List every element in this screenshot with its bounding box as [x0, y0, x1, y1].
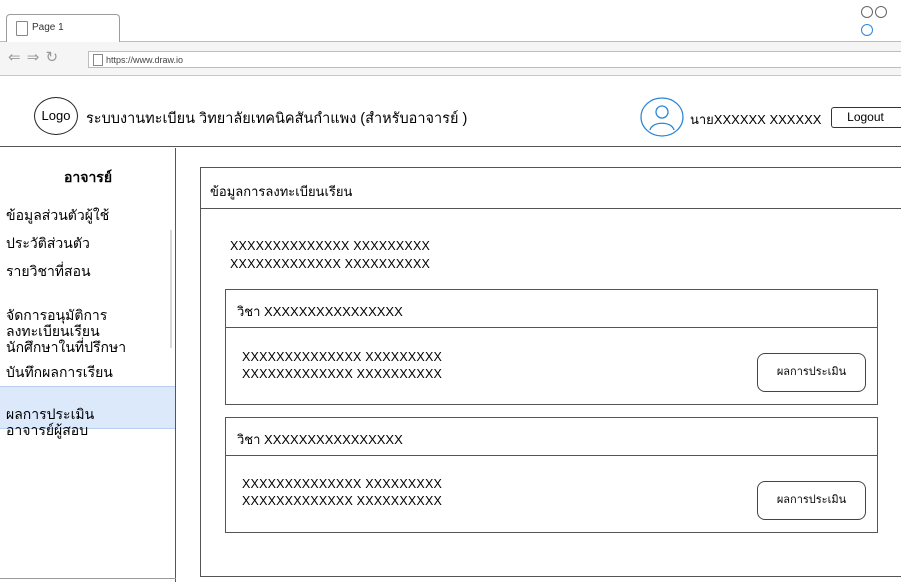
course-info-line-2: XXXXXXXXXXXXX XXXXXXXXXX	[242, 367, 443, 381]
sidebar-title: อาจารย์	[63, 169, 113, 185]
window-controls	[861, 5, 901, 36]
sidebar-item-label: รายวิชาที่สอน	[6, 263, 91, 279]
window-close-icon[interactable]	[861, 24, 873, 36]
sidebar-item-profile[interactable]: ข้อมูลส่วนตัวผู้ใช้	[6, 207, 171, 223]
sidebar-item-label: จัดการอนุมัติการ ลงทะเบียนเรียน	[6, 307, 108, 339]
user-avatar-icon[interactable]	[640, 97, 684, 137]
page-icon	[93, 54, 103, 66]
course-title: วิชา XXXXXXXXXXXXXXXX	[237, 304, 403, 319]
sidebar-item-courses[interactable]: รายวิชาที่สอน	[6, 263, 171, 279]
navigation-icons[interactable]: ⇐ ⇒ ↻	[8, 50, 59, 66]
browser-tab-label: Page 1	[32, 22, 64, 33]
sidebar-item-advisees[interactable]: นักศึกษาในที่ปรึกษา	[6, 339, 171, 355]
sidebar-item-evaluation[interactable]: ผลการประเมิน อาจารย์ผู้สอบ	[0, 386, 175, 438]
sidebar-divider	[0, 578, 176, 579]
sidebar-item-label: บันทึกผลการเรียน	[6, 364, 113, 380]
sidebar-item-grades[interactable]: บันทึกผลการเรียน	[6, 364, 171, 380]
course-info-line-1: XXXXXXXXXXXXXX XXXXXXXXX	[242, 477, 443, 491]
sidebar-item-history[interactable]: ประวัติส่วนตัว	[6, 235, 171, 251]
page-icon	[16, 21, 28, 36]
course-info-line-1: XXXXXXXXXXXXXX XXXXXXXXX	[242, 350, 443, 364]
window-minimize-icon[interactable]	[861, 6, 873, 18]
app-title: ระบบงานทะเบียน วิทยาลัยเทคนิคสันกำแพง (ส…	[86, 111, 468, 127]
sidebar-item-label: ประวัติส่วนตัว	[6, 235, 90, 251]
url-input[interactable]: https://www.draw.io	[88, 51, 901, 68]
info-line-1: XXXXXXXXXXXXXX XXXXXXXXX	[230, 239, 431, 253]
browser-tab[interactable]: Page 1	[6, 14, 120, 42]
logo: Logo	[34, 97, 78, 135]
info-line-2: XXXXXXXXXXXXX XXXXXXXXXX	[230, 257, 431, 271]
course-title: วิชา XXXXXXXXXXXXXXXX	[237, 432, 403, 447]
window-maximize-icon[interactable]	[875, 6, 887, 18]
url-text: https://www.draw.io	[106, 55, 184, 65]
evaluation-result-button[interactable]: ผลการประเมิน	[757, 353, 866, 392]
user-name: นายXXXXXX XXXXXX	[690, 112, 822, 127]
logout-button[interactable]: Logout	[831, 107, 901, 128]
sidebar-item-label: ข้อมูลส่วนตัวผู้ใช้	[6, 207, 110, 223]
course-info-line-2: XXXXXXXXXXXXX XXXXXXXXXX	[242, 494, 443, 508]
browser-tab-bar	[0, 0, 901, 42]
sidebar-item-label: ผลการประเมิน อาจารย์ผู้สอบ	[6, 406, 95, 438]
page-title: ข้อมูลการลงทะเบียนเรียน	[210, 184, 353, 199]
sidebar-item-label: นักศึกษาในที่ปรึกษา	[6, 339, 127, 355]
evaluation-result-button[interactable]: ผลการประเมิน	[757, 481, 866, 520]
sidebar-item-registration-approval[interactable]: จัดการอนุมัติการ ลงทะเบียนเรียน	[6, 291, 171, 339]
